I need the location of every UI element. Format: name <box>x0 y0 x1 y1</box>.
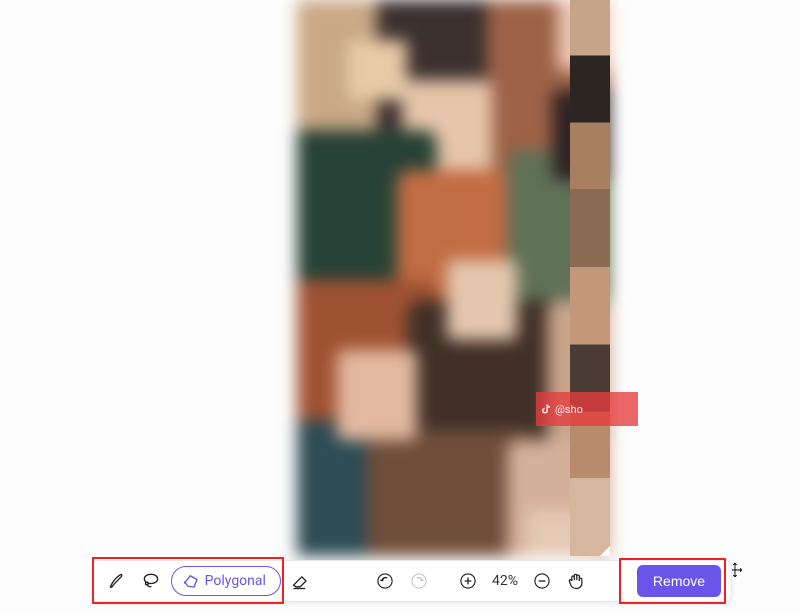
image-corner <box>600 546 610 556</box>
polygonal-icon <box>182 572 200 590</box>
pan-tool[interactable] <box>562 566 590 596</box>
zoom-percent: 42% <box>488 573 522 589</box>
hand-icon <box>566 571 586 591</box>
brush-tool[interactable] <box>103 566 131 596</box>
watermark-text: @sho <box>555 403 583 416</box>
lasso-icon <box>141 571 161 591</box>
watermark-selection[interactable]: @sho <box>536 392 638 426</box>
eraser-icon <box>291 571 311 591</box>
redo-icon <box>409 571 429 591</box>
brush-icon <box>107 571 127 591</box>
polygonal-label: Polygonal <box>205 573 266 589</box>
eraser-tool[interactable] <box>287 566 315 596</box>
lasso-tool[interactable] <box>137 566 165 596</box>
zoom-in-button[interactable] <box>454 566 482 596</box>
image-canvas[interactable] <box>297 0 610 556</box>
undo-button[interactable] <box>371 566 399 596</box>
polygonal-tool[interactable]: Polygonal <box>171 566 281 596</box>
tiktok-icon <box>540 403 552 415</box>
zoom-out-button[interactable] <box>528 566 556 596</box>
remove-button[interactable]: Remove <box>637 565 721 597</box>
redo-button <box>405 566 433 596</box>
zoom-in-icon <box>458 571 478 591</box>
zoom-out-icon <box>532 571 552 591</box>
image-edge-strip <box>570 0 610 556</box>
editor-toolbar: Polygonal 42% <box>92 560 732 602</box>
remove-label: Remove <box>653 573 705 589</box>
undo-icon <box>375 571 395 591</box>
